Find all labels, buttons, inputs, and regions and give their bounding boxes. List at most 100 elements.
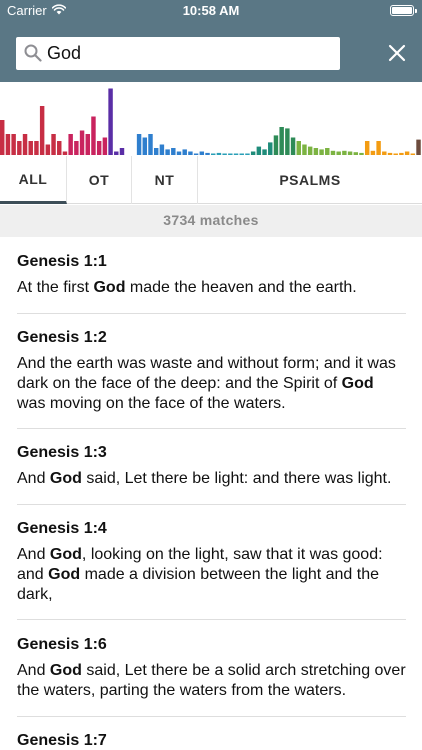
- histogram-bar[interactable]: [165, 149, 170, 155]
- result-item[interactable]: Genesis 1:7: [17, 730, 406, 750]
- result-item[interactable]: Genesis 1:6 And God said, Let there be a…: [17, 634, 406, 701]
- verse-text: And God, looking on the light, saw that …: [17, 546, 383, 603]
- result-item[interactable]: Genesis 1:2 And the earth was waste and …: [17, 327, 406, 414]
- histogram-bar[interactable]: [199, 151, 205, 156]
- histogram-bar[interactable]: [222, 153, 227, 156]
- histogram-bar[interactable]: [250, 151, 256, 156]
- result-item[interactable]: Genesis 1:1 At the first God made the he…: [17, 251, 406, 298]
- histogram-bar[interactable]: [228, 153, 233, 156]
- search-box[interactable]: [16, 37, 340, 70]
- histogram-bar[interactable]: [102, 137, 108, 156]
- divider: [17, 504, 406, 505]
- histogram-bar[interactable]: [176, 151, 182, 156]
- histogram-bar[interactable]: [79, 130, 85, 156]
- histogram-bar[interactable]: [376, 141, 381, 155]
- histogram-bar[interactable]: [211, 153, 216, 156]
- histogram-bar[interactable]: [91, 116, 96, 156]
- histogram-bar[interactable]: [347, 151, 353, 156]
- histogram-bar[interactable]: [285, 128, 290, 155]
- histogram-bar[interactable]: [171, 148, 176, 155]
- histogram-bar[interactable]: [273, 135, 279, 155]
- histogram-bar[interactable]: [108, 88, 113, 156]
- histogram-bar[interactable]: [148, 134, 153, 155]
- histogram-bar[interactable]: [382, 151, 387, 156]
- result-item[interactable]: Genesis 1:3 And God said, Let there be l…: [17, 442, 406, 489]
- histogram-bar[interactable]: [5, 134, 11, 155]
- verse-reference: Genesis 1:1: [17, 253, 107, 270]
- histogram-bar[interactable]: [404, 151, 410, 156]
- histogram-bar[interactable]: [233, 153, 239, 156]
- tab-ot[interactable]: OT: [67, 156, 132, 204]
- histogram-bar[interactable]: [182, 149, 187, 155]
- histogram-bar[interactable]: [330, 150, 336, 155]
- histogram-bar[interactable]: [216, 152, 222, 155]
- match-highlight: God: [49, 546, 82, 563]
- histogram-bar[interactable]: [193, 153, 199, 156]
- histogram-bar[interactable]: [245, 153, 250, 156]
- histogram-bar[interactable]: [290, 137, 296, 156]
- histogram-bar[interactable]: [34, 141, 39, 155]
- histogram-bar[interactable]: [319, 149, 324, 155]
- histogram-bar[interactable]: [119, 148, 125, 155]
- histogram-bar[interactable]: [153, 148, 159, 155]
- histogram-bar[interactable]: [336, 151, 341, 156]
- histogram-bar[interactable]: [342, 150, 347, 155]
- histogram-bar[interactable]: [302, 144, 307, 156]
- histogram-bar[interactable]: [17, 141, 22, 155]
- book-distribution-histogram[interactable]: [0, 82, 422, 156]
- divider: [17, 428, 406, 429]
- histogram-bar[interactable]: [393, 153, 398, 156]
- histogram-bar[interactable]: [96, 141, 102, 155]
- histogram-bar[interactable]: [142, 137, 148, 156]
- histogram-bar[interactable]: [62, 151, 68, 156]
- histogram-bar[interactable]: [268, 142, 273, 155]
- results-list[interactable]: Genesis 1:1 At the first God made the he…: [0, 237, 422, 750]
- histogram-bar[interactable]: [262, 149, 267, 155]
- match-highlight: God: [341, 375, 374, 392]
- histogram-bar[interactable]: [239, 153, 244, 156]
- histogram-bar[interactable]: [307, 146, 313, 155]
- histogram-bar[interactable]: [387, 152, 393, 155]
- histogram-bar[interactable]: [136, 134, 142, 155]
- histogram-bar[interactable]: [205, 152, 210, 155]
- histogram-bar[interactable]: [188, 151, 193, 156]
- histogram-bar[interactable]: [0, 120, 5, 155]
- histogram-bar[interactable]: [51, 134, 56, 155]
- histogram-bar[interactable]: [296, 141, 301, 155]
- close-icon[interactable]: [388, 44, 406, 62]
- histogram-bar[interactable]: [22, 134, 28, 155]
- search-input[interactable]: [47, 37, 332, 70]
- histogram-bar[interactable]: [11, 134, 16, 155]
- tab-psalms[interactable]: PSALMS: [198, 156, 422, 204]
- header-bar: Carrier 10:58 AM: [0, 0, 422, 82]
- histogram-bar[interactable]: [159, 144, 165, 156]
- histogram-bar[interactable]: [74, 141, 79, 155]
- histogram-bar[interactable]: [57, 141, 62, 155]
- histogram-bar[interactable]: [256, 146, 262, 155]
- result-item[interactable]: Genesis 1:4 And God, looking on the ligh…: [17, 518, 406, 605]
- status-bar: Carrier 10:58 AM: [0, 0, 422, 22]
- histogram-bar[interactable]: [45, 144, 51, 156]
- histogram-bar[interactable]: [364, 141, 370, 155]
- histogram-bar[interactable]: [370, 150, 376, 155]
- histogram-bar[interactable]: [28, 141, 33, 155]
- histogram-bar[interactable]: [416, 139, 421, 155]
- tab-all[interactable]: ALL: [0, 156, 67, 204]
- histogram-bar[interactable]: [114, 151, 119, 156]
- verse-text: And the earth was waste and without form…: [17, 355, 396, 412]
- histogram-bar[interactable]: [353, 152, 359, 155]
- histogram-bar[interactable]: [399, 152, 404, 155]
- histogram-bar[interactable]: [325, 148, 330, 155]
- match-highlight: God: [93, 279, 126, 296]
- clock: 10:58 AM: [182, 3, 240, 18]
- tab-nt[interactable]: NT: [132, 156, 198, 204]
- divider: [17, 619, 406, 620]
- verse-reference: Genesis 1:3: [17, 444, 107, 461]
- histogram-bar[interactable]: [313, 148, 319, 155]
- histogram-bar[interactable]: [85, 134, 90, 155]
- histogram-bar[interactable]: [410, 153, 416, 156]
- histogram-bar[interactable]: [279, 127, 284, 155]
- histogram-bar[interactable]: [359, 152, 364, 155]
- histogram-bar[interactable]: [39, 106, 45, 155]
- histogram-bar[interactable]: [68, 134, 73, 155]
